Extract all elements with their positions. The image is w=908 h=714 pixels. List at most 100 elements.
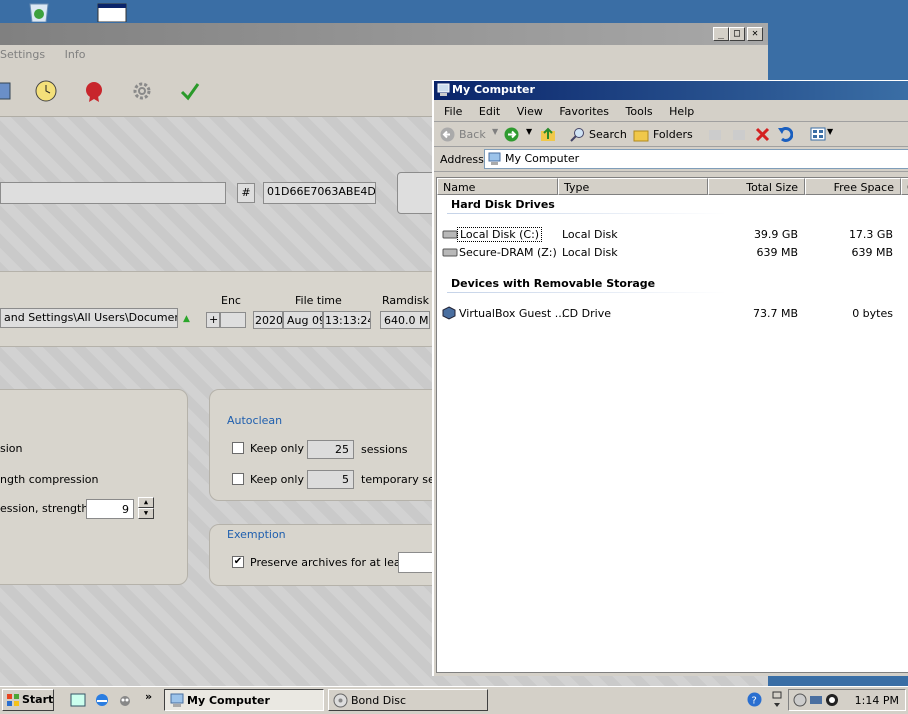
minimize-button[interactable]: _ bbox=[713, 27, 729, 41]
media-icon[interactable] bbox=[117, 692, 133, 708]
drive-total: 73.7 MB bbox=[752, 307, 798, 320]
keep-temp-checkbox[interactable] bbox=[232, 473, 244, 485]
delete-icon[interactable] bbox=[755, 127, 770, 142]
drive-free: 0 bytes bbox=[852, 307, 893, 320]
task-label: My Computer bbox=[187, 694, 270, 707]
window-title: My Computer bbox=[452, 83, 535, 96]
list-item[interactable]: VirtualBox Guest ... CD Drive 73.7 MB 0 … bbox=[437, 305, 907, 322]
clock[interactable]: 1:14 PM bbox=[855, 694, 899, 707]
up-folder-icon[interactable] bbox=[540, 126, 556, 142]
address-value: My Computer bbox=[505, 152, 580, 165]
compression-option-3[interactable]: ession, strength bbox=[0, 502, 88, 515]
seal-icon[interactable] bbox=[82, 79, 106, 103]
menu-file[interactable]: File bbox=[444, 105, 462, 118]
menu-favorites[interactable]: Favorites bbox=[559, 105, 609, 118]
preserve-checkbox[interactable]: ✔ bbox=[232, 556, 244, 568]
my-computer-titlebar[interactable]: My Computer bbox=[434, 81, 908, 100]
drive-list: Name Type Total Size Free Space C Hard D… bbox=[436, 177, 908, 673]
ramdisk-size: 640.0 Mb bbox=[380, 311, 430, 329]
search-button[interactable]: Search bbox=[589, 128, 627, 141]
drive-type: Local Disk bbox=[562, 228, 618, 241]
strength-down-button[interactable]: ▼ bbox=[138, 508, 154, 519]
task-bond-disc[interactable]: Bond Disc bbox=[328, 689, 488, 711]
forward-dropdown-icon[interactable]: ▼ bbox=[526, 127, 532, 136]
back-button[interactable]: Back bbox=[459, 128, 486, 141]
search-icon[interactable] bbox=[570, 127, 585, 142]
checkmark-icon[interactable] bbox=[178, 79, 202, 103]
my-computer-toolbar: Back ▼ ▼ Search Folders ▼ bbox=[434, 122, 908, 147]
col-total-size[interactable]: Total Size bbox=[708, 178, 805, 195]
views-icon[interactable] bbox=[810, 127, 826, 141]
desktop-window-icon[interactable] bbox=[96, 0, 130, 22]
quicklaunch-chevron[interactable]: » bbox=[145, 690, 152, 703]
strength-input[interactable]: 9 bbox=[86, 499, 134, 519]
col-comments[interactable]: C bbox=[901, 178, 908, 195]
file-year: 2020 bbox=[253, 311, 283, 329]
hard-disk-icon bbox=[442, 230, 458, 239]
preserve-label: Preserve archives for at least bbox=[250, 556, 411, 569]
windows-logo-icon bbox=[7, 694, 19, 706]
maximize-button[interactable]: □ bbox=[729, 27, 745, 41]
move-to-icon[interactable] bbox=[707, 127, 723, 142]
compression-option-2[interactable]: ngth compression bbox=[0, 473, 98, 486]
sessions-input[interactable]: 25 bbox=[307, 440, 354, 459]
drive-type: CD Drive bbox=[562, 307, 611, 320]
tray-cd-icon[interactable] bbox=[793, 693, 807, 707]
enc-plus[interactable]: + bbox=[206, 312, 220, 328]
computer-icon bbox=[488, 152, 501, 165]
compression-panel bbox=[0, 389, 188, 585]
hash-button[interactable]: # bbox=[237, 183, 255, 203]
copy-to-icon[interactable] bbox=[731, 127, 747, 142]
menu-view[interactable]: View bbox=[517, 105, 543, 118]
help-icon[interactable]: ? bbox=[747, 692, 762, 707]
clock-lock-icon[interactable] bbox=[34, 79, 58, 103]
col-type[interactable]: Type bbox=[558, 178, 708, 195]
folders-button[interactable]: Folders bbox=[653, 128, 693, 141]
compression-option-1[interactable]: sion bbox=[0, 442, 23, 455]
temp-input[interactable]: 5 bbox=[307, 470, 354, 489]
col-enc: Enc bbox=[221, 294, 241, 307]
group-removable: Devices with Removable Storage bbox=[451, 277, 656, 290]
hash-value: 01D66E7063ABE4D5 bbox=[263, 182, 376, 204]
drive-free: 639 MB bbox=[851, 246, 893, 259]
disk-icon[interactable] bbox=[0, 79, 14, 103]
tray-app-icon[interactable] bbox=[825, 693, 839, 707]
keep-temp-label: Keep only bbox=[250, 473, 304, 486]
close-button[interactable]: ✕ bbox=[747, 27, 763, 41]
menu-edit[interactable]: Edit bbox=[479, 105, 500, 118]
forward-arrow-icon[interactable] bbox=[504, 127, 519, 142]
col-name[interactable]: Name bbox=[437, 178, 558, 195]
folders-icon[interactable] bbox=[633, 127, 649, 142]
computer-icon bbox=[170, 693, 184, 707]
col-free-space[interactable]: Free Space bbox=[805, 178, 901, 195]
sessions-label: sessions bbox=[361, 443, 408, 456]
internet-explorer-icon[interactable] bbox=[94, 692, 110, 708]
tray-network-icon[interactable] bbox=[809, 693, 823, 707]
menu-tools[interactable]: Tools bbox=[626, 105, 653, 118]
list-item[interactable]: Secure-DRAM (Z:) Local Disk 639 MB 639 M… bbox=[437, 244, 907, 261]
drive-total: 39.9 GB bbox=[753, 228, 798, 241]
strength-up-button[interactable]: ▲ bbox=[138, 497, 154, 508]
undo-icon[interactable] bbox=[777, 126, 793, 142]
keep-sessions-checkbox[interactable] bbox=[232, 442, 244, 454]
back-arrow-icon[interactable] bbox=[440, 127, 455, 142]
language-bar-icon[interactable] bbox=[771, 690, 783, 710]
menu-help[interactable]: Help bbox=[669, 105, 694, 118]
task-label: Bond Disc bbox=[351, 694, 407, 707]
start-button[interactable]: Start bbox=[2, 689, 54, 711]
gear-icon[interactable] bbox=[130, 79, 154, 103]
task-my-computer[interactable]: My Computer bbox=[164, 689, 324, 711]
drive-name: Secure-DRAM (Z:) bbox=[459, 246, 557, 259]
show-desktop-icon[interactable] bbox=[70, 692, 86, 708]
recycle-bin-icon[interactable] bbox=[22, 0, 56, 22]
extra-button[interactable] bbox=[397, 172, 437, 214]
list-item[interactable]: Local Disk (C:) Local Disk 39.9 GB 17.3 … bbox=[437, 226, 907, 243]
views-dropdown-icon[interactable]: ▼ bbox=[827, 127, 833, 136]
address-input[interactable]: My Computer bbox=[484, 149, 908, 169]
menu-settings[interactable]: Settings bbox=[0, 48, 45, 61]
back-dropdown-icon[interactable]: ▼ bbox=[492, 127, 498, 136]
menu-info[interactable]: Info bbox=[65, 48, 86, 61]
file-date: Aug 09 bbox=[283, 311, 323, 329]
bond-disc-icon bbox=[333, 693, 348, 708]
key-field[interactable] bbox=[0, 182, 226, 204]
